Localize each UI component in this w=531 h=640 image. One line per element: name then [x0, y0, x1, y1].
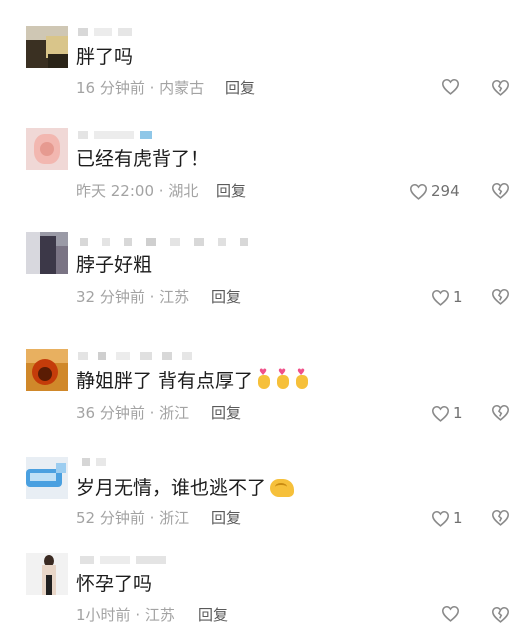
dislike-button[interactable]	[491, 404, 510, 421]
comment-text: 岁月无情，谁也逃不了	[76, 476, 295, 500]
comment-time: 16 分钟前	[76, 79, 145, 97]
reply-button[interactable]: 回复	[225, 78, 255, 98]
dislike-button[interactable]	[491, 288, 510, 305]
dislike-button[interactable]	[491, 79, 510, 96]
heart-outline-icon	[431, 289, 450, 306]
comment-text: 已经有虎背了！	[76, 148, 210, 170]
comment-text: 怀孕了吗	[76, 573, 153, 595]
avatar[interactable]	[26, 232, 68, 274]
comment-time: 36 分钟前	[76, 404, 145, 422]
reply-button[interactable]: 回复	[198, 605, 228, 625]
like-button[interactable]	[441, 605, 463, 622]
comment-location: 浙江	[159, 404, 190, 422]
comment-location: 湖北	[168, 182, 199, 200]
broken-heart-outline-icon	[491, 404, 510, 421]
reply-button[interactable]: 回复	[216, 181, 246, 201]
comment-text-content: 岁月无情，谁也逃不了	[76, 477, 267, 499]
finger-heart-emoji: ♥	[275, 369, 291, 391]
avatar[interactable]	[26, 457, 68, 499]
broken-heart-outline-icon	[491, 79, 510, 96]
like-button[interactable]	[441, 78, 463, 95]
heart-outline-icon	[431, 510, 450, 527]
avatar[interactable]	[26, 349, 68, 391]
username-blurred	[80, 238, 248, 246]
avatar[interactable]	[26, 553, 68, 595]
broken-heart-outline-icon	[491, 288, 510, 305]
like-count: 1	[453, 509, 463, 527]
comment-location: 江苏	[144, 606, 175, 624]
comment-meta: 32 分钟前 · 江苏	[76, 288, 190, 306]
heart-outline-icon	[431, 405, 450, 422]
like-button[interactable]: 294	[409, 181, 460, 201]
username-blurred	[78, 131, 152, 139]
comment-location: 江苏	[159, 288, 190, 306]
comment-time: 昨天 22:00	[76, 182, 154, 200]
comment-meta: 52 分钟前 · 浙江	[76, 509, 190, 527]
heart-outline-icon	[409, 183, 428, 200]
comment-meta: 昨天 22:00 · 湖北	[76, 182, 199, 200]
comment-text: 静姐胖了 背有点厚了 ♥ ♥ ♥	[76, 369, 310, 393]
reply-button[interactable]: 回复	[211, 403, 241, 423]
avatar[interactable]	[26, 128, 68, 170]
username-blurred	[78, 28, 132, 36]
comment-meta: 36 分钟前 · 浙江	[76, 404, 190, 422]
comment-text: 胖了吗	[76, 46, 134, 68]
comment-time: 32 分钟前	[76, 288, 145, 306]
username-blurred	[78, 352, 192, 360]
avatar[interactable]	[26, 26, 68, 68]
like-count: 1	[453, 288, 463, 306]
comment-location: 内蒙古	[159, 79, 205, 97]
like-button[interactable]: 1	[431, 508, 463, 528]
broken-heart-outline-icon	[491, 606, 510, 623]
comment-text: 脖子好粗	[76, 254, 153, 276]
heart-outline-icon	[441, 605, 460, 622]
comment-meta: 16 分钟前 · 内蒙古	[76, 79, 205, 97]
comment-time: 52 分钟前	[76, 509, 145, 527]
like-count: 294	[431, 182, 460, 200]
comment-text-content: 静姐胖了 背有点厚了	[76, 370, 254, 392]
like-count: 1	[453, 404, 463, 422]
dislike-button[interactable]	[491, 182, 510, 199]
reply-button[interactable]: 回复	[211, 287, 241, 307]
broken-heart-outline-icon	[491, 509, 510, 526]
username-blurred	[80, 556, 166, 564]
heart-outline-icon	[441, 78, 460, 95]
finger-heart-emoji: ♥	[256, 369, 272, 391]
broken-heart-outline-icon	[491, 182, 510, 199]
clasped-hands-emoji	[270, 479, 295, 497]
comment-meta: 1小时前 · 江苏	[76, 606, 175, 624]
dislike-button[interactable]	[491, 606, 510, 623]
username-blurred	[82, 458, 106, 466]
reply-button[interactable]: 回复	[211, 508, 241, 528]
comment-location: 浙江	[159, 509, 190, 527]
like-button[interactable]: 1	[431, 287, 463, 307]
dislike-button[interactable]	[491, 509, 510, 526]
finger-heart-emoji: ♥	[294, 369, 310, 391]
comment-time: 1小时前	[76, 606, 131, 624]
like-button[interactable]: 1	[431, 403, 463, 423]
